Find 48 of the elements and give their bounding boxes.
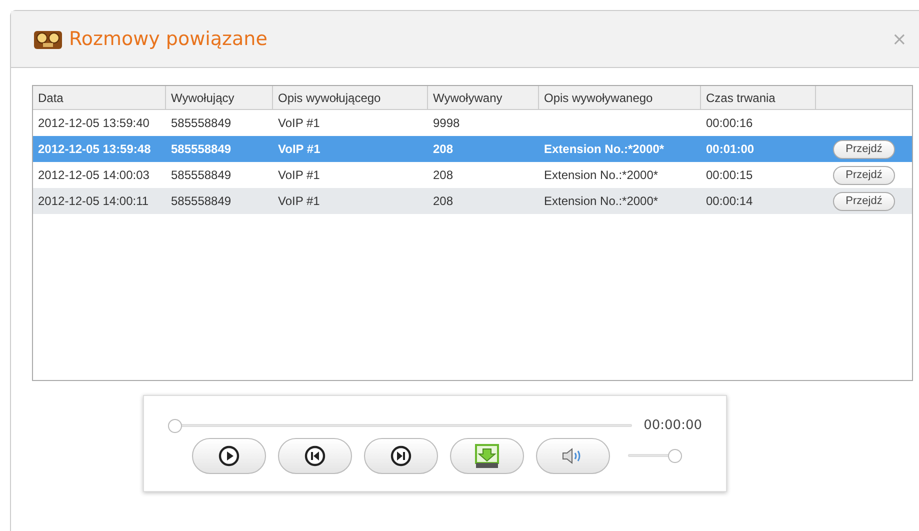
table-cell-text: 585558849	[170, 167, 232, 184]
previous-button[interactable]	[278, 438, 352, 474]
table-cell-text: 2012-12-05 14:00:11	[37, 193, 150, 210]
table-cell-text: 00:00:15	[705, 167, 754, 184]
table-row[interactable]: 2012-12-05 14:00:11 585558849 VoIP #1 208 Extension No.:*2000* 00:00:14 Przejdź	[33, 188, 912, 214]
table-cell-text: 2012-12-05 13:59:48	[37, 141, 152, 158]
table-cell-text: Extension No.:*2000*	[543, 167, 660, 184]
slider-thumb[interactable]	[168, 418, 182, 433]
go-button[interactable]: Przejdź	[832, 192, 896, 210]
table-cell-text: VoIP #1	[277, 141, 322, 158]
column-header: Opis wywoływanego	[539, 86, 701, 109]
column-header: Wywoływany	[428, 86, 539, 109]
table-cell-text: 2012-12-05 13:59:40	[37, 115, 150, 132]
column-header: Data	[33, 86, 166, 109]
table-cell-text: 585558849	[170, 141, 232, 158]
download-icon	[474, 442, 500, 468]
table-cell-text: 00:00:14	[705, 193, 754, 210]
time-display: 00:00:00	[644, 417, 702, 435]
dialog-title: Rozmowy powiązane	[69, 26, 268, 52]
table-cell-text: 2012-12-05 14:00:03	[37, 167, 150, 184]
table-cell-text: Extension No.:*2000*	[543, 141, 666, 158]
slider-thumb[interactable]	[668, 448, 682, 462]
next-button[interactable]	[364, 438, 438, 474]
table-cell-text: VoIP #1	[277, 193, 321, 210]
volume-button[interactable]	[536, 438, 610, 474]
go-button[interactable]: Przejdź	[832, 140, 896, 158]
table-cell-text: 208	[432, 141, 454, 158]
tape-recorder-icon	[33, 28, 63, 50]
go-button[interactable]: Przejdź	[832, 166, 896, 184]
table-cell-text: VoIP #1	[277, 115, 321, 132]
table-cell-text: Extension No.:*2000*	[543, 193, 660, 210]
table-cell-text: 00:01:00	[705, 141, 756, 158]
play-icon	[218, 444, 240, 466]
table-row[interactable]: 2012-12-05 13:59:48 585558849 VoIP #1 208 Extension No.:*2000* 00:01:00 Przejdź	[33, 136, 912, 162]
column-header: Opis wywołującego	[273, 86, 428, 109]
skip-forward-icon	[390, 444, 412, 466]
column-header: Czas trwania	[701, 86, 816, 109]
table-cell-text: 585558849	[170, 115, 232, 132]
table-cell-text: 208	[432, 193, 454, 210]
skip-back-icon	[304, 444, 326, 466]
table-cell-text: VoIP #1	[277, 167, 321, 184]
column-header: Wywołujący	[166, 86, 273, 109]
table-cell-text: 9998	[432, 115, 461, 132]
download-button[interactable]	[450, 438, 524, 474]
play-button[interactable]	[192, 438, 266, 474]
table-cell-text: 208	[432, 167, 454, 184]
table-cell-text: 585558849	[170, 193, 232, 210]
table-cell-text: 00:00:16	[705, 115, 754, 132]
